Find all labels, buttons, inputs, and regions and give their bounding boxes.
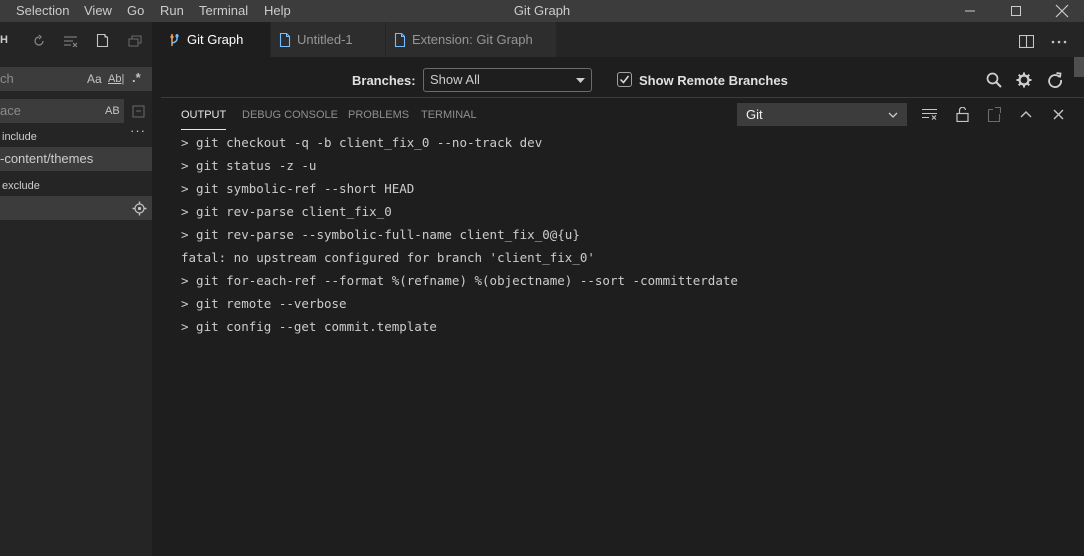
- search-sidebar: H ch Aa Ab| .* ace AB ··· include -conte…: [0, 22, 152, 556]
- git-graph-icon: [170, 34, 179, 46]
- tab-extension-git-graph[interactable]: Extension: Git Graph: [386, 22, 557, 57]
- menu-selection[interactable]: Selection: [16, 0, 69, 22]
- chevron-down-icon: [888, 112, 898, 118]
- tab-debug-console[interactable]: DEBUG CONSOLE: [242, 108, 338, 130]
- caret-down-icon: [576, 78, 585, 83]
- replace-all-icon[interactable]: [131, 104, 146, 119]
- menu-help[interactable]: Help: [264, 0, 291, 22]
- output-panel: OUTPUT DEBUG CONSOLE PROBLEMS TERMINAL G…: [161, 97, 1084, 556]
- editor-scrollbar[interactable]: [1074, 57, 1084, 77]
- toggle-search-details-button[interactable]: ···: [130, 123, 146, 138]
- tab-problems[interactable]: PROBLEMS: [348, 108, 409, 130]
- maximize-panel-button[interactable]: [1017, 105, 1035, 123]
- file-icon: [279, 33, 291, 47]
- log-line: > git remote --verbose: [181, 296, 347, 311]
- output-channel-select[interactable]: Git: [737, 103, 907, 126]
- open-log-file-button[interactable]: [985, 105, 1003, 123]
- refresh-icon[interactable]: [32, 34, 46, 48]
- maximize-button[interactable]: [993, 0, 1039, 22]
- search-icon[interactable]: [986, 72, 1002, 88]
- new-search-editor-icon[interactable]: [96, 33, 109, 48]
- replace-input-placeholder: ace: [0, 103, 21, 118]
- files-to-exclude-input[interactable]: [0, 196, 152, 220]
- files-to-include-value: -content/themes: [0, 151, 94, 166]
- replace-input[interactable]: ace AB: [0, 99, 124, 123]
- exclude-label: exclude: [2, 180, 40, 192]
- show-remote-branches-label: Show Remote Branches: [639, 73, 788, 88]
- chevron-up-icon: [1020, 111, 1032, 118]
- branches-dropdown-value: Show All: [430, 72, 480, 87]
- clear-output-button[interactable]: [921, 105, 939, 123]
- tab-label: Git Graph: [187, 32, 244, 47]
- git-graph-controls: Branches: Show All Show Remote Branches: [161, 57, 1074, 97]
- log-line: > git config --get commit.template: [181, 319, 437, 334]
- tab-untitled-1[interactable]: Untitled-1: [271, 22, 386, 57]
- tab-label: Extension: Git Graph: [412, 32, 533, 47]
- tab-label: Untitled-1: [297, 32, 353, 47]
- clear-results-icon[interactable]: [63, 35, 78, 47]
- include-label: include: [2, 131, 37, 143]
- branches-label: Branches:: [352, 73, 416, 88]
- log-line: > git for-each-ref --format %(refname) %…: [181, 273, 738, 288]
- output-channel-value: Git: [746, 107, 763, 122]
- tab-output[interactable]: OUTPUT: [181, 108, 227, 130]
- split-editor-icon[interactable]: [1019, 35, 1034, 48]
- gear-icon[interactable]: [1016, 72, 1032, 88]
- maximize-icon: [1011, 6, 1021, 16]
- refresh-icon[interactable]: [1047, 72, 1063, 88]
- more-actions-icon[interactable]: [1051, 40, 1067, 44]
- show-remote-branches-checkbox[interactable]: [617, 72, 632, 87]
- log-line: > git checkout -q -b client_fix_0 --no-t…: [181, 135, 543, 150]
- check-icon: [619, 75, 630, 84]
- open-file-icon: [987, 106, 1001, 122]
- collapse-all-icon[interactable]: [128, 35, 142, 47]
- close-icon: [1055, 4, 1069, 18]
- log-line: > git status -z -u: [181, 158, 317, 173]
- output-log: > git checkout -q -b client_fix_0 --no-t…: [181, 133, 738, 340]
- preserve-case-toggle[interactable]: AB: [105, 99, 120, 123]
- exclude-settings-icon[interactable]: [132, 201, 147, 216]
- menu-go[interactable]: Go: [127, 0, 144, 22]
- use-regex-toggle[interactable]: .*: [132, 66, 141, 90]
- editor-tabs: Git Graph Untitled-1 Extension: Git Grap…: [161, 22, 1084, 57]
- branches-dropdown[interactable]: Show All: [423, 68, 592, 92]
- log-line: fatal: no upstream configured for branch…: [181, 250, 595, 265]
- menu-view[interactable]: View: [84, 0, 112, 22]
- tab-git-graph[interactable]: Git Graph: [161, 22, 271, 57]
- file-icon: [394, 33, 406, 47]
- log-line: > git rev-parse client_fix_0: [181, 204, 392, 219]
- minimize-icon: [965, 10, 975, 12]
- title-bar: Selection View Go Run Terminal Help Git …: [0, 0, 1084, 22]
- close-window-button[interactable]: [1039, 0, 1084, 22]
- close-panel-button[interactable]: [1049, 105, 1067, 123]
- search-input[interactable]: ch Aa Ab| .*: [0, 67, 152, 91]
- tab-terminal[interactable]: TERMINAL: [421, 108, 477, 130]
- clear-output-icon: [922, 108, 937, 120]
- minimize-button[interactable]: [947, 0, 993, 22]
- menu-run[interactable]: Run: [160, 0, 184, 22]
- match-case-toggle[interactable]: Aa: [87, 67, 102, 91]
- menu-terminal[interactable]: Terminal: [199, 0, 248, 22]
- match-whole-word-toggle[interactable]: Ab|: [108, 67, 124, 91]
- files-to-include-input[interactable]: -content/themes: [0, 147, 152, 171]
- unlock-icon: [955, 106, 969, 122]
- sidebar-divider[interactable]: [152, 22, 161, 556]
- close-icon: [1053, 109, 1063, 119]
- log-line: > git symbolic-ref --short HEAD: [181, 181, 415, 196]
- sidebar-title: H: [0, 34, 8, 46]
- log-line: > git rev-parse --symbolic-full-name cli…: [181, 227, 580, 242]
- toggle-scroll-lock-button[interactable]: [953, 105, 971, 123]
- search-input-text: ch: [0, 71, 14, 86]
